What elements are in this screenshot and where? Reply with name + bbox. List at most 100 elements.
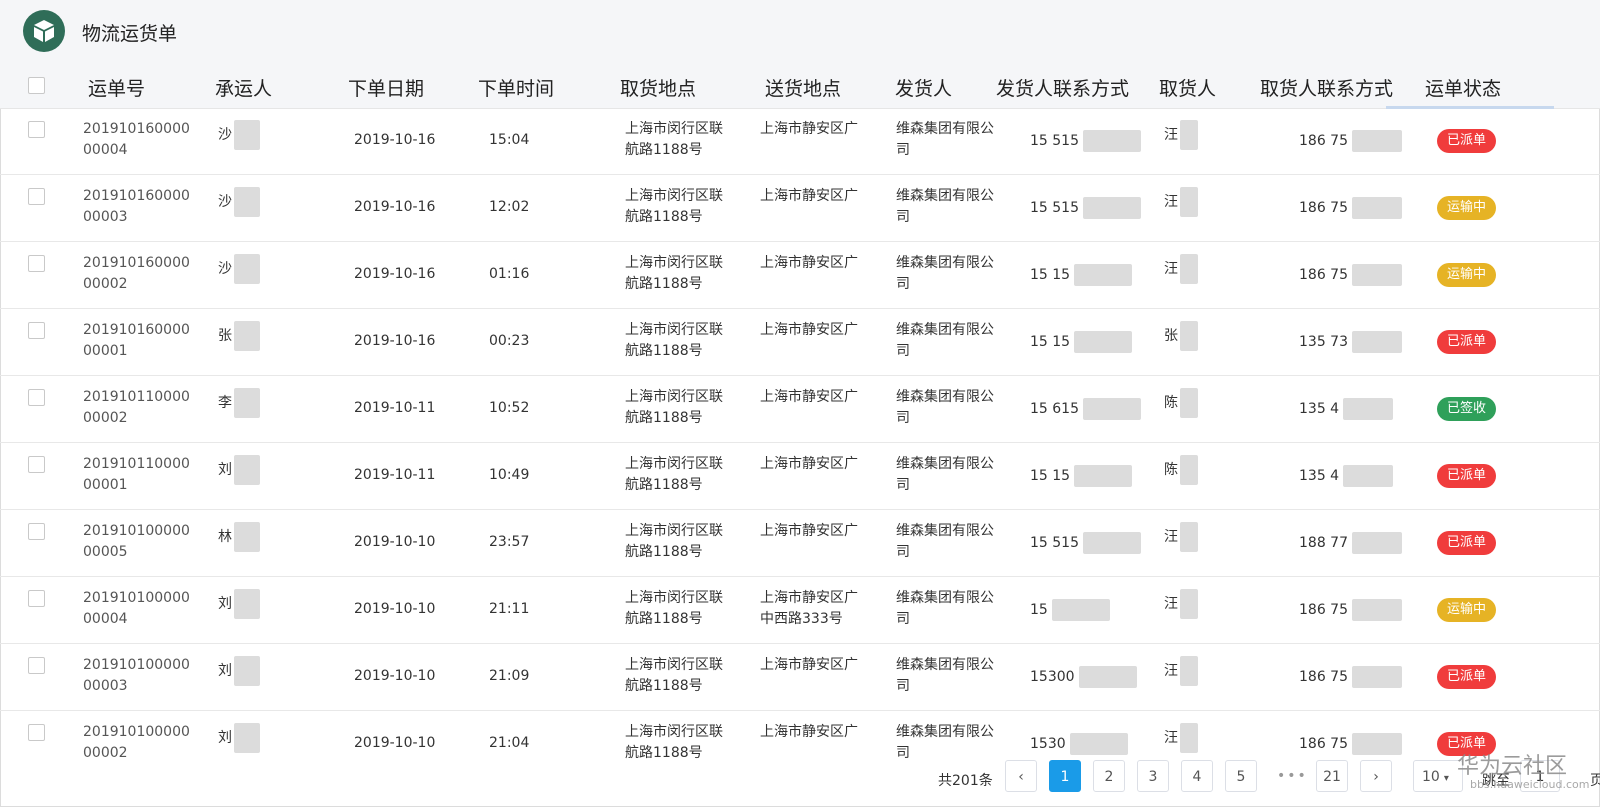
receiver-phone-text: 186 75 [1299, 133, 1348, 149]
row-checkbox[interactable] [28, 523, 45, 540]
delivery-location-text: 上海市静安区广 [760, 657, 858, 673]
col-header-order-time[interactable]: 下单时间 [478, 74, 554, 101]
delivery-location-text: 上海市静安区广 [760, 456, 858, 472]
carrier-name: 刘 [218, 723, 260, 753]
col-header-carrier[interactable]: 承运人 [215, 74, 272, 101]
receiver-name: 汪 [1164, 589, 1198, 619]
col-header-order-date[interactable]: 下单日期 [348, 74, 424, 101]
redacted-block [1180, 187, 1198, 217]
table-row[interactable]: 20191016000000001 张 2019-10-16 00:23 上海市闵行区联… [0, 309, 1600, 376]
status-badge: 已签收 [1437, 397, 1497, 421]
sender-phone-text: 15300 [1030, 669, 1075, 685]
page-button-1[interactable]: 1 [1049, 760, 1081, 792]
status-badge: 已派单 [1437, 464, 1497, 488]
chevron-down-icon: ▾ [1443, 773, 1449, 784]
carrier-name: 刘 [218, 455, 260, 485]
carrier-name: 李 [218, 388, 260, 418]
receiver-name: 陈 [1164, 388, 1198, 418]
carrier-name-text: 张 [218, 328, 232, 344]
redacted-block [1352, 532, 1402, 554]
pagination-ellipsis[interactable]: ••• [1277, 768, 1308, 784]
sender-name: 维森集团有限公司 [896, 389, 994, 426]
receiver-phone: 186 75 [1299, 599, 1402, 621]
row-checkbox[interactable] [28, 121, 45, 138]
sender-phone: 15 515 [1030, 532, 1141, 554]
delivery-location-text: 上海市静安区广 [760, 523, 858, 539]
sender-phone-text: 1530 [1030, 736, 1066, 752]
col-header-receiver[interactable]: 取货人 [1159, 74, 1216, 101]
sender-phone: 15 [1030, 599, 1110, 621]
row-checkbox[interactable] [28, 188, 45, 205]
page-title: 物流运货单 [82, 23, 178, 45]
page-button-21[interactable]: 21 [1316, 760, 1348, 792]
receiver-phone: 186 75 [1299, 733, 1402, 755]
col-header-sender[interactable]: 发货人 [895, 74, 952, 101]
carrier-name-text: 刘 [218, 730, 232, 746]
row-checkbox[interactable] [28, 322, 45, 339]
sender-name: 维森集团有限公司 [896, 322, 994, 359]
col-header-pickup-location[interactable]: 取货地点 [620, 74, 696, 101]
delivery-location-text: 上海市静安区广 [760, 188, 858, 204]
page-size-select[interactable]: 10 ▾ [1413, 760, 1463, 792]
table-row[interactable]: 20191016000000003 沙 2019-10-16 12:02 上海市闵行区联… [0, 175, 1600, 242]
table-row[interactable]: 20191016000000002 沙 2019-10-16 01:16 上海市闵行区联… [0, 242, 1600, 309]
redacted-block [234, 656, 260, 686]
redacted-block [1180, 455, 1198, 485]
pickup-location: 上海市闵行区联航路1188号 [625, 456, 723, 493]
receiver-name: 陈 [1164, 455, 1198, 485]
redacted-block [1180, 522, 1198, 552]
redacted-block [1352, 264, 1402, 286]
receiver-name-text: 张 [1164, 328, 1178, 344]
pickup-location: 上海市闵行区联航路1188号 [625, 255, 723, 292]
status-badge: 已派单 [1437, 665, 1497, 689]
table-row[interactable]: 20191016000000004 沙 2019-10-16 15:04 上海市闵行区联… [0, 108, 1600, 175]
sender-phone: 15300 [1030, 666, 1137, 688]
page-button-5[interactable]: 5 [1225, 760, 1257, 792]
delivery-location-text: 上海市静安区广 [760, 255, 858, 271]
col-header-sender-contact[interactable]: 发货人联系方式 [996, 74, 1129, 101]
table-row[interactable]: 20191011000000001 刘 2019-10-11 10:49 上海市闵行区联… [0, 443, 1600, 510]
delivery-location: 上海市静安区广 [760, 655, 868, 676]
col-header-receiver-contact[interactable]: 取货人联系方式 [1260, 74, 1393, 101]
redacted-block [234, 455, 260, 485]
next-page-button[interactable]: › [1360, 760, 1392, 792]
col-header-waybill-no[interactable]: 运单号 [88, 74, 145, 101]
table-row[interactable]: 20191010000000005 林 2019-10-10 23:57 上海市闵行区联… [0, 510, 1600, 577]
order-time: 10:52 [489, 400, 530, 416]
page-button-3[interactable]: 3 [1137, 760, 1169, 792]
table-row[interactable]: 20191011000000002 李 2019-10-11 10:52 上海市闵行区联… [0, 376, 1600, 443]
page-button-2[interactable]: 2 [1093, 760, 1125, 792]
carrier-name-text: 沙 [218, 261, 232, 277]
status-badge: 运输中 [1437, 263, 1497, 287]
redacted-block [1343, 465, 1394, 487]
table-row[interactable]: 20191010000000004 刘 2019-10-10 21:11 上海市闵行区联… [0, 577, 1600, 644]
prev-page-button[interactable]: ‹ [1005, 760, 1037, 792]
redacted-block [1074, 465, 1133, 487]
page-button-4[interactable]: 4 [1181, 760, 1213, 792]
redacted-block [1069, 733, 1128, 755]
sender-phone: 1530 [1030, 733, 1128, 755]
redacted-block [1180, 656, 1198, 686]
order-date: 2019-10-10 [354, 735, 436, 751]
page-size-value: 10 [1422, 769, 1440, 785]
row-checkbox[interactable] [28, 456, 45, 473]
col-header-delivery-location[interactable]: 送货地点 [765, 74, 841, 101]
redacted-block [1180, 589, 1198, 619]
sender-name: 维森集团有限公司 [896, 121, 994, 158]
row-checkbox[interactable] [28, 255, 45, 272]
sender-phone: 15 15 [1030, 465, 1133, 487]
sender-phone-text: 15 515 [1030, 200, 1079, 216]
row-checkbox[interactable] [28, 590, 45, 607]
row-checkbox[interactable] [28, 724, 45, 741]
col-header-status[interactable]: 运单状态 [1425, 74, 1501, 101]
delivery-location-text: 上海市静安区广 [760, 724, 858, 740]
table-row[interactable]: 20191010000000003 刘 2019-10-10 21:09 上海市闵行区联… [0, 644, 1600, 711]
select-all-checkbox[interactable] [28, 77, 45, 94]
carrier-name: 刘 [218, 656, 260, 686]
redacted-block [1074, 264, 1133, 286]
waybill-number: 20191010000000003 [83, 657, 190, 694]
delivery-location: 上海市静安区广 [760, 320, 868, 341]
row-checkbox[interactable] [28, 389, 45, 406]
receiver-phone-text: 186 75 [1299, 669, 1348, 685]
row-checkbox[interactable] [28, 657, 45, 674]
